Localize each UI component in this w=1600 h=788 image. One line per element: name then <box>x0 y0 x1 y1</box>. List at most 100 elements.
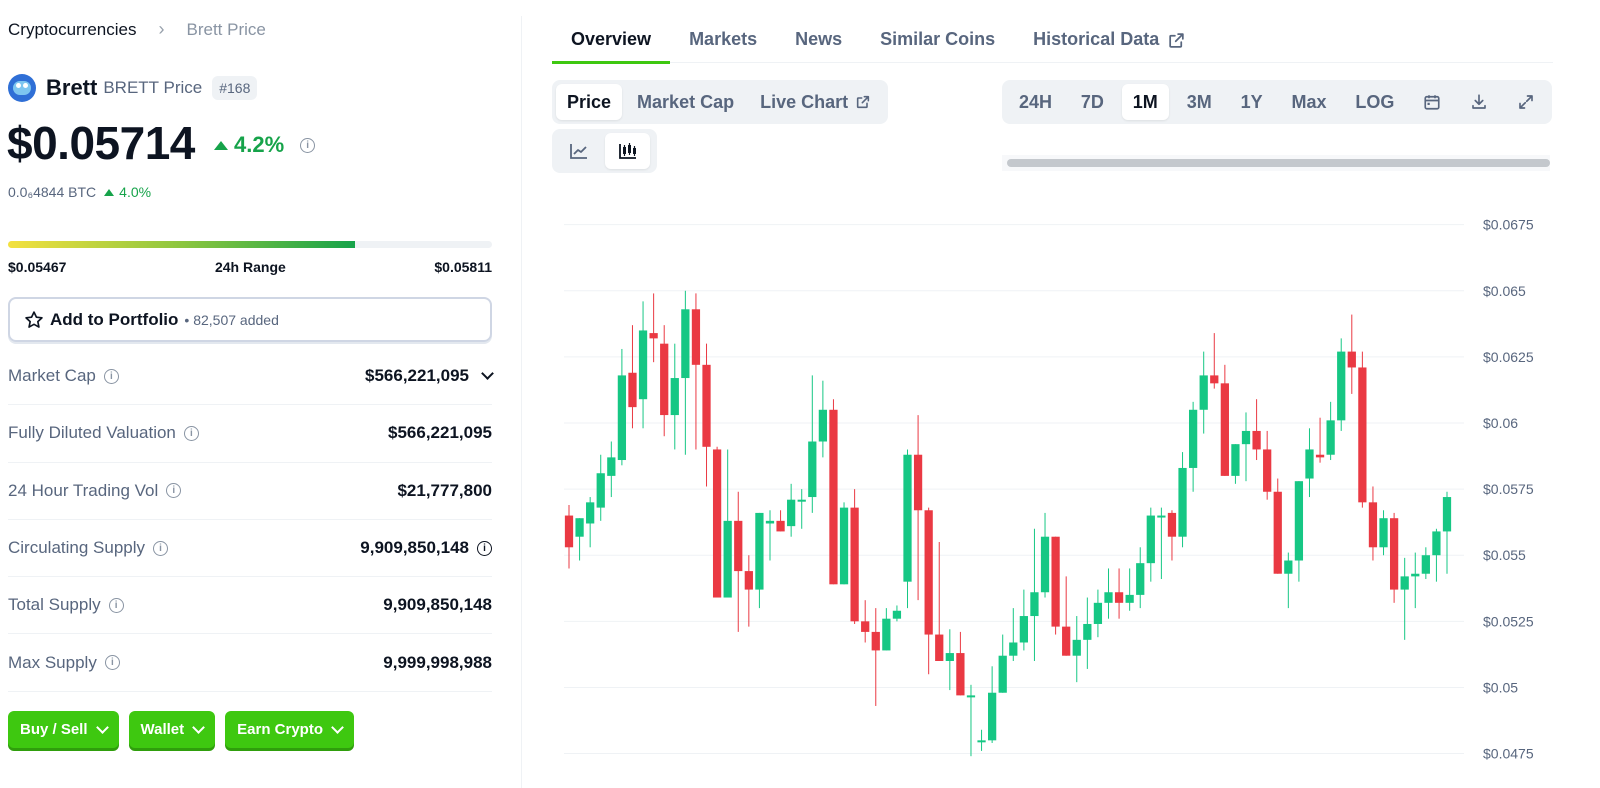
candle-down[interactable] <box>702 364 711 447</box>
candle-up[interactable] <box>1136 563 1145 595</box>
candle-down[interactable] <box>1252 430 1261 450</box>
candlestick-chart-button[interactable] <box>605 133 650 169</box>
candle-up[interactable] <box>575 518 584 537</box>
candle-up[interactable] <box>1030 592 1039 617</box>
info-icon[interactable]: i <box>103 368 119 384</box>
candle-up[interactable] <box>998 655 1007 693</box>
candle-down[interactable] <box>1315 454 1325 458</box>
candle-up[interactable] <box>1294 481 1304 561</box>
candle-down[interactable] <box>850 507 859 622</box>
tab-historical-data[interactable]: Historical Data <box>1014 20 1205 63</box>
candle-up[interactable] <box>1157 515 1166 518</box>
candle-down[interactable] <box>1062 626 1071 656</box>
candle-up[interactable] <box>1442 497 1452 532</box>
candle-down[interactable] <box>1167 512 1177 537</box>
candle-down[interactable] <box>691 309 701 365</box>
candle-up[interactable] <box>892 610 902 619</box>
range-max[interactable]: Max <box>1280 84 1337 120</box>
candle-up[interactable] <box>755 512 764 590</box>
candle-down[interactable] <box>660 343 669 416</box>
candle-up[interactable] <box>723 520 732 598</box>
candle-down[interactable] <box>1114 592 1124 603</box>
candle-down[interactable] <box>871 631 880 651</box>
candle-up[interactable] <box>596 473 605 508</box>
candle-down[interactable] <box>1210 375 1219 384</box>
candle-down[interactable] <box>924 510 933 635</box>
range-24h[interactable]: 24H <box>1008 84 1063 120</box>
candle-down[interactable] <box>956 653 965 696</box>
candle-up[interactable] <box>1411 573 1420 577</box>
candle-up[interactable] <box>1432 531 1441 556</box>
chevron-down-icon[interactable] <box>481 367 494 381</box>
candle-up[interactable] <box>797 499 806 502</box>
price-candlestick-chart[interactable]: $0.0475 $0.05 $0.0525 $0.055 $0.0575 $0.06 $0.… <box>552 180 1552 780</box>
add-to-portfolio-button[interactable]: Add to Portfolio • 82,507 added <box>8 297 492 342</box>
candle-up[interactable] <box>945 653 954 661</box>
candle-down[interactable] <box>913 454 923 511</box>
candle-up[interactable] <box>681 309 690 379</box>
candle-down[interactable] <box>1220 383 1229 476</box>
candle-up[interactable] <box>977 740 986 743</box>
chart-type-market-cap[interactable]: Market Cap <box>626 84 745 120</box>
candle-up[interactable] <box>1188 409 1198 468</box>
candle-up[interactable] <box>988 692 997 741</box>
download-button[interactable] <box>1459 84 1499 120</box>
candle-up[interactable] <box>1083 623 1092 640</box>
chart-scrollbar[interactable] <box>1002 155 1550 171</box>
range-7d[interactable]: 7D <box>1070 84 1115 120</box>
info-icon[interactable]: i <box>300 137 316 153</box>
info-icon[interactable]: i <box>104 655 120 671</box>
tab-news[interactable]: News <box>776 20 861 63</box>
candle-down[interactable] <box>1389 518 1399 590</box>
candle-up[interactable] <box>903 454 912 582</box>
candle-up[interactable] <box>1337 351 1346 421</box>
candle-up[interactable] <box>1072 639 1081 656</box>
candle-down[interactable] <box>935 634 944 661</box>
candle-up[interactable] <box>1326 420 1335 455</box>
candle-up[interactable] <box>818 409 828 442</box>
candle-down[interactable] <box>776 520 785 532</box>
candle-up[interactable] <box>586 502 595 524</box>
buy-sell-button[interactable]: Buy / Sell <box>8 711 119 748</box>
candle-up[interactable] <box>638 330 648 400</box>
candle-down[interactable] <box>1273 491 1282 574</box>
scrollbar-thumb[interactable] <box>1007 159 1550 167</box>
tab-similar-coins[interactable]: Similar Coins <box>861 20 1014 63</box>
candle-up[interactable] <box>1400 576 1409 590</box>
earn-crypto-button[interactable]: Earn Crypto <box>225 711 355 748</box>
candle-up[interactable] <box>882 618 891 651</box>
candle-up[interactable] <box>607 457 616 476</box>
candle-down[interactable] <box>712 449 722 598</box>
tab-markets[interactable]: Markets <box>670 20 776 63</box>
candle-down[interactable] <box>1051 536 1060 627</box>
info-icon[interactable]: i <box>183 425 199 441</box>
candle-down[interactable] <box>829 409 838 585</box>
candle-up[interactable] <box>1199 375 1208 410</box>
candle-up[interactable] <box>1305 449 1314 479</box>
wallet-button[interactable]: Wallet <box>128 711 216 748</box>
candle-up[interactable] <box>617 375 627 461</box>
candle-down[interactable] <box>861 621 870 632</box>
candle-up[interactable] <box>839 507 849 585</box>
candle-down[interactable] <box>1347 351 1356 368</box>
candle-up[interactable] <box>787 499 796 527</box>
info-icon[interactable]: i <box>108 597 124 613</box>
candle-up[interactable] <box>1019 616 1028 643</box>
line-chart-button[interactable] <box>556 133 601 169</box>
candle-up[interactable] <box>1146 515 1155 564</box>
range-1m[interactable]: 1M <box>1121 84 1169 120</box>
candle-up[interactable] <box>1421 555 1430 574</box>
candle-down[interactable] <box>628 372 637 408</box>
candle-down[interactable] <box>1358 367 1367 503</box>
range-3m[interactable]: 3M <box>1176 84 1223 120</box>
info-icon[interactable]: i <box>166 483 182 499</box>
candle-up[interactable] <box>670 378 679 416</box>
info-icon[interactable]: i <box>153 540 169 556</box>
candle-down[interactable] <box>1263 449 1272 492</box>
breadcrumb-cryptocurrencies[interactable]: Cryptocurrencies <box>8 20 137 40</box>
candle-up[interactable] <box>765 520 775 524</box>
candle-up[interactable] <box>1125 594 1134 603</box>
candle-up[interactable] <box>1284 560 1293 574</box>
candle-up[interactable] <box>1241 430 1251 445</box>
candle-up[interactable] <box>966 695 976 698</box>
